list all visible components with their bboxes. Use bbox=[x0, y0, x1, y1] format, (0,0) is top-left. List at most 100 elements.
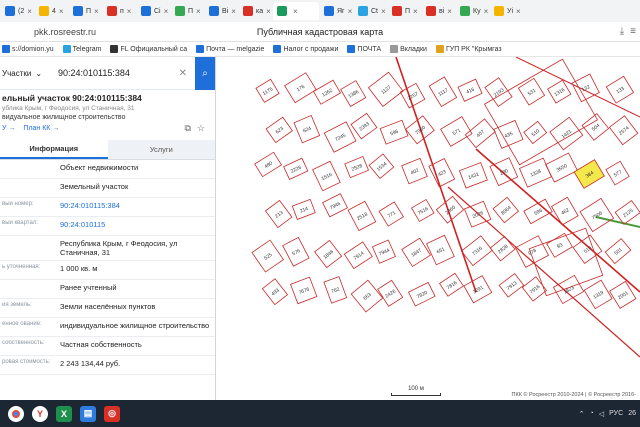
bookmark-icon bbox=[435, 45, 444, 53]
files-icon[interactable]: ▤ bbox=[80, 405, 96, 422]
close-tab-icon[interactable]: × bbox=[516, 7, 521, 16]
browser-tab[interactable]: × bbox=[273, 2, 319, 20]
link-plan-kk[interactable]: План КК → bbox=[23, 125, 59, 132]
share-icon[interactable]: ⧉ bbox=[184, 123, 190, 134]
screenshot-icon[interactable]: ◎ bbox=[104, 405, 120, 422]
address-bar[interactable]: pkk.rosreestr.ru Публичная кадастровая к… bbox=[0, 22, 640, 42]
link-kpt[interactable]: У → bbox=[2, 125, 15, 132]
search-scope-select[interactable]: Участки ⌄ bbox=[2, 69, 54, 78]
info-row: Ранее учтенный bbox=[0, 280, 215, 299]
bookmark-item[interactable]: Telegram bbox=[62, 45, 101, 53]
menu-icon[interactable]: ≡ bbox=[630, 26, 636, 37]
search-scope[interactable]: Участки bbox=[2, 69, 31, 78]
close-icon[interactable]: ✕ bbox=[179, 68, 187, 79]
search-input[interactable]: 90:24:010115:384 bbox=[58, 68, 130, 78]
close-tab-icon[interactable]: × bbox=[196, 7, 201, 16]
parcel-label: 596 bbox=[389, 129, 399, 138]
bookmark-item[interactable]: ГУП РК "Крымгаз bbox=[435, 45, 502, 53]
parcel-label: 480 bbox=[264, 160, 274, 170]
search-button[interactable]: ⌕ bbox=[195, 57, 215, 90]
tab-favicon-icon bbox=[358, 6, 368, 16]
info-row-value[interactable]: 90:24:010115 bbox=[56, 220, 215, 232]
parcel[interactable] bbox=[483, 58, 599, 166]
bookmark-item[interactable]: Почта — melgazie bbox=[196, 45, 264, 53]
excel-icon[interactable]: X bbox=[56, 405, 72, 422]
info-row: Объект недвижимости bbox=[0, 160, 215, 179]
parcel-label: 577 bbox=[613, 169, 623, 179]
parcel-label: 7816 bbox=[446, 280, 459, 291]
close-tab-icon[interactable]: × bbox=[164, 7, 169, 16]
bookmark-item[interactable]: ПОЧТА bbox=[347, 45, 381, 53]
close-tab-icon[interactable]: × bbox=[127, 7, 132, 16]
bookmark-item[interactable]: s://domion.yu bbox=[2, 45, 54, 53]
close-tab-icon[interactable]: × bbox=[413, 7, 418, 16]
tab-favicon-icon bbox=[324, 6, 334, 16]
close-tab-icon[interactable]: × bbox=[381, 7, 386, 16]
browser-tab[interactable]: ві × bbox=[422, 2, 455, 20]
network-icon[interactable]: ◔ bbox=[590, 410, 594, 417]
close-tab-icon[interactable]: × bbox=[484, 7, 489, 16]
arrow-up-icon[interactable]: ⌃ bbox=[579, 410, 585, 418]
system-tray: ⌃ ◔ ◁ РУС 26 bbox=[579, 410, 636, 418]
star-icon[interactable]: ☆ bbox=[197, 123, 205, 134]
browser-tab[interactable]: (2 × bbox=[1, 2, 34, 20]
language-indicator[interactable]: РУС bbox=[609, 410, 623, 417]
close-tab-icon[interactable]: × bbox=[348, 7, 353, 16]
browser-tab[interactable]: Сi × bbox=[137, 2, 170, 20]
info-row-value: Республика Крым, г Феодосия, ул Станична… bbox=[60, 239, 178, 257]
close-tab-icon[interactable]: × bbox=[27, 7, 32, 16]
close-tab-icon[interactable]: × bbox=[94, 7, 99, 16]
clock[interactable]: 26 bbox=[628, 410, 636, 417]
info-row-label: вый квартал: bbox=[2, 220, 38, 226]
browser-tab[interactable]: Уі × bbox=[490, 2, 523, 20]
close-tab-icon[interactable]: × bbox=[293, 7, 298, 16]
browser-tab[interactable]: П × bbox=[171, 2, 204, 20]
bookmark-item[interactable]: Налог с продажи bbox=[273, 45, 338, 53]
parcel-label: 762 bbox=[331, 286, 341, 295]
chrome-icon[interactable] bbox=[8, 405, 24, 422]
browser-tab[interactable]: Ct × bbox=[354, 2, 387, 20]
boundary-line[interactable] bbox=[395, 57, 477, 293]
bookmarks-bar: s://domion.yu Telegram FL Официальный са По… bbox=[0, 42, 640, 57]
bookmark-label: ГУП РК "Крымгаз bbox=[445, 45, 502, 53]
parcel-label: 132 bbox=[581, 84, 591, 93]
parcel-label: 7516 bbox=[417, 206, 430, 217]
bookmark-item[interactable]: Вкладки bbox=[390, 45, 427, 53]
parcel-label: 2226 bbox=[290, 165, 303, 175]
download-icon[interactable]: ⤓ bbox=[620, 26, 624, 37]
map-canvas[interactable]: 1175 176 1262 1386 11272257 1117 416 2193 531 131… bbox=[216, 57, 640, 400]
parcel-label: 504 bbox=[591, 123, 601, 133]
browser-tab[interactable]: п × bbox=[103, 2, 136, 20]
browser-tab[interactable]: 4 × bbox=[35, 2, 68, 20]
cadastral-map[interactable]: 1175 176 1262 1386 1127 2257 1117 416 2193 531 131… bbox=[216, 57, 640, 400]
browser-tab[interactable]: Ві × bbox=[205, 2, 238, 20]
tab-favicon-icon bbox=[460, 6, 470, 16]
tab-information[interactable]: Информация bbox=[0, 140, 108, 159]
url-text[interactable]: pkk.rosreestr.ru bbox=[34, 27, 96, 37]
info-row-value: Объект недвижимости bbox=[60, 163, 139, 172]
browser-tab[interactable]: П × bbox=[69, 2, 102, 20]
tab-favicon-icon bbox=[5, 6, 15, 16]
bookmark-label: Почта — melgazie bbox=[206, 45, 265, 53]
info-row-value[interactable]: 90:24:010115:384 bbox=[56, 201, 215, 213]
info-panel: Участки ⌄ 90:24:010115:384 ✕ ⌕ ельный уч… bbox=[0, 57, 216, 400]
tab-favicon-icon bbox=[175, 6, 185, 16]
browser-tab[interactable]: Ку × bbox=[456, 2, 489, 20]
browser-tab[interactable]: Яг × bbox=[320, 2, 353, 20]
close-tab-icon[interactable]: × bbox=[447, 7, 452, 16]
close-tab-icon[interactable]: × bbox=[59, 7, 64, 16]
bookmark-item[interactable]: FL Официальный са bbox=[110, 45, 187, 53]
volume-icon[interactable]: ◁ bbox=[599, 410, 604, 418]
parcel-label: 402 bbox=[410, 168, 420, 177]
tab-favicon-icon bbox=[494, 6, 504, 16]
parcel-label: 2426 bbox=[384, 289, 397, 300]
browser-tab[interactable]: ка × bbox=[239, 2, 272, 20]
close-tab-icon[interactable]: × bbox=[266, 7, 271, 16]
close-tab-icon[interactable]: × bbox=[231, 7, 236, 16]
parcel-label: 624 bbox=[302, 126, 312, 135]
yandex-browser-icon[interactable]: Y bbox=[32, 405, 48, 422]
browser-tab[interactable]: П × bbox=[388, 2, 421, 20]
parcel-label: 7916 bbox=[529, 284, 542, 296]
bookmark-icon bbox=[196, 45, 205, 53]
tab-services[interactable]: Услуги bbox=[107, 140, 215, 159]
